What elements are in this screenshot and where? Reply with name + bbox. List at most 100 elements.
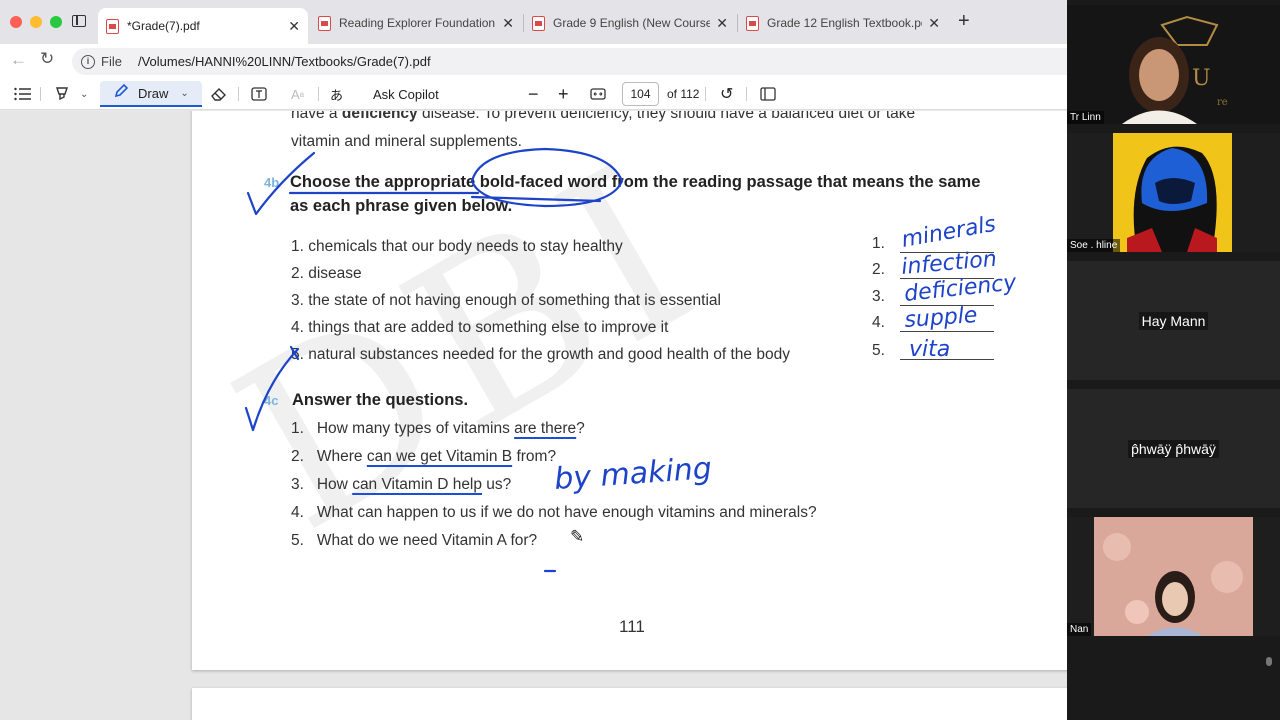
translate-icon[interactable]: あ xyxy=(330,84,343,104)
answer-blank xyxy=(900,331,994,332)
sidebar-toggle-icon[interactable] xyxy=(72,15,86,27)
zoom-out-button[interactable]: − xyxy=(528,84,539,104)
exercise-4c-heading: Answer the questions. xyxy=(292,391,469,409)
draw-label: Draw xyxy=(138,85,169,101)
pen-icon xyxy=(114,83,129,102)
answer-blank xyxy=(900,278,994,279)
pencil-cursor-icon: ✎ xyxy=(570,527,585,546)
question-item: 1. How many types of vitamins are there? xyxy=(291,420,585,438)
toolbar-divider xyxy=(705,87,706,101)
answer-number: 3. xyxy=(872,288,885,305)
tab-bar: *Grade(7).pdf ✕ Reading Explorer Foundat… xyxy=(0,0,1067,44)
svg-text:re: re xyxy=(1217,97,1228,108)
participant-tile[interactable]: Hay Mann xyxy=(1067,261,1280,380)
eraser-icon[interactable] xyxy=(211,84,227,104)
participant-tile[interactable]: U re Tr Linn xyxy=(1067,5,1280,124)
passage-text: have a xyxy=(291,111,342,122)
ask-copilot-button[interactable]: Ask Copilot xyxy=(373,84,439,104)
pdf-viewer[interactable]: DBI have a deficiency disease. To preven… xyxy=(0,111,1067,720)
contents-icon[interactable] xyxy=(14,84,32,104)
back-arrow-icon[interactable]: ← xyxy=(10,50,27,70)
participant-name: Hay Mann xyxy=(1138,311,1209,330)
participant-video: U re xyxy=(1067,5,1280,124)
draw-button[interactable]: Draw ⌄ xyxy=(100,81,202,107)
tab-grade7[interactable]: *Grade(7).pdf ✕ xyxy=(98,8,308,44)
minimize-window-button[interactable] xyxy=(30,16,42,28)
fit-to-width-icon[interactable] xyxy=(590,84,606,104)
participant-tile[interactable]: Soe . hline xyxy=(1067,133,1280,252)
chevron-down-icon[interactable]: ⌄ xyxy=(80,84,88,104)
question-text: ? xyxy=(576,420,585,437)
new-tab-button[interactable]: + xyxy=(958,10,970,33)
passage-line: have a deficiency disease. To prevent de… xyxy=(291,111,915,123)
list-item: 1. chemicals that our body needs to stay… xyxy=(291,238,623,255)
participant-name: Nan xyxy=(1067,623,1092,636)
question-text: How xyxy=(316,476,353,493)
close-icon[interactable]: ✕ xyxy=(288,18,300,35)
answer-number: 2. xyxy=(872,261,885,278)
panel-scrollbar[interactable] xyxy=(1266,657,1272,666)
answer-blank xyxy=(900,305,994,306)
close-window-button[interactable] xyxy=(10,16,22,28)
question-number: 3. xyxy=(291,476,304,493)
close-icon[interactable]: ✕ xyxy=(716,15,728,32)
tab-title: Grade 9 English (New Course).p xyxy=(553,16,711,30)
tab-title: Reading Explorer Foundation St xyxy=(339,16,497,30)
file-label: File xyxy=(101,54,122,69)
highlight-icon[interactable] xyxy=(54,84,70,104)
chevron-down-icon[interactable]: ⌄ xyxy=(180,88,188,99)
tab-grade12[interactable]: Grade 12 English Textbook.pdf ✕ xyxy=(738,8,948,38)
url-field[interactable]: i File /Volumes/HANNI%20LINN/Textbooks/G… xyxy=(72,48,1067,75)
participant-name-center: Hay Mann xyxy=(1067,311,1280,330)
tab-reading-explorer[interactable]: Reading Explorer Foundation St ✕ xyxy=(310,8,522,38)
translate-glyph: あ xyxy=(330,87,344,103)
add-text-icon[interactable] xyxy=(251,84,267,104)
tab-title: *Grade(7).pdf xyxy=(127,19,200,33)
question-number: 4. xyxy=(291,504,304,521)
answer-blank xyxy=(900,252,994,253)
question-item: 3. How can Vitamin D help us? xyxy=(291,476,511,494)
question-item: 4. What can happen to us if we do not ha… xyxy=(291,504,817,522)
participant-name: Tr Linn xyxy=(1067,111,1104,124)
reload-icon[interactable]: ↻ xyxy=(40,49,54,69)
maximize-window-button[interactable] xyxy=(50,16,62,28)
question-text: us? xyxy=(482,476,512,493)
exercise-4b-heading: as each phrase given below. xyxy=(290,197,513,215)
question-text: Where xyxy=(316,448,367,465)
question-number: 5. xyxy=(291,532,304,549)
url-text[interactable]: /Volumes/HANNI%20LINN/Textbooks/Grade(7)… xyxy=(138,54,431,69)
answer-number: 5. xyxy=(872,342,885,359)
text-format-icon[interactable]: Aa xyxy=(291,84,304,104)
page-number: 111 xyxy=(619,617,645,636)
svg-text:U: U xyxy=(1192,66,1211,91)
answer-number: 4. xyxy=(872,314,885,331)
toolbar-divider xyxy=(318,87,319,101)
pdf-icon xyxy=(318,15,331,31)
page-current: 104 xyxy=(630,87,651,101)
close-icon[interactable]: ✕ xyxy=(928,15,940,32)
info-icon[interactable]: i xyxy=(81,54,95,69)
underlined-phrase: can Vitamin D help xyxy=(352,476,482,493)
tab-grade9[interactable]: Grade 9 English (New Course).p ✕ xyxy=(524,8,736,38)
passage-text: disease. To prevent deficiency, they sho… xyxy=(417,111,916,122)
passage-bold-word: deficiency xyxy=(341,111,418,122)
close-icon[interactable]: ✕ xyxy=(502,15,514,32)
page-number-input[interactable]: 104 xyxy=(622,82,659,106)
toolbar-divider xyxy=(746,87,747,101)
underlined-phrase: can we get Vitamin B xyxy=(366,448,513,465)
zoom-in-button[interactable]: + xyxy=(558,84,569,104)
question-number: 2. xyxy=(291,448,304,465)
participant-name: Soe . hline xyxy=(1067,239,1121,252)
pdf-page-next[interactable] xyxy=(192,688,1067,720)
rotate-icon[interactable]: ↺ xyxy=(720,84,733,104)
passage-line: vitamin and mineral supplements. xyxy=(291,133,522,150)
pdf-page[interactable]: DBI have a deficiency disease. To preven… xyxy=(192,111,1067,670)
question-number: 1. xyxy=(291,420,304,437)
video-call-panel: U re Tr Linn Soe . hline Hay Mann p̂hwāÿ… xyxy=(1067,0,1280,720)
toolbar-divider xyxy=(238,87,239,101)
participant-tile[interactable]: p̂hwāÿ p̂hwāÿ xyxy=(1067,389,1280,508)
answer-blank xyxy=(900,359,994,360)
page-view-icon[interactable] xyxy=(760,84,776,104)
toolbar-divider xyxy=(40,87,41,101)
participant-tile[interactable]: Nan xyxy=(1067,517,1280,636)
